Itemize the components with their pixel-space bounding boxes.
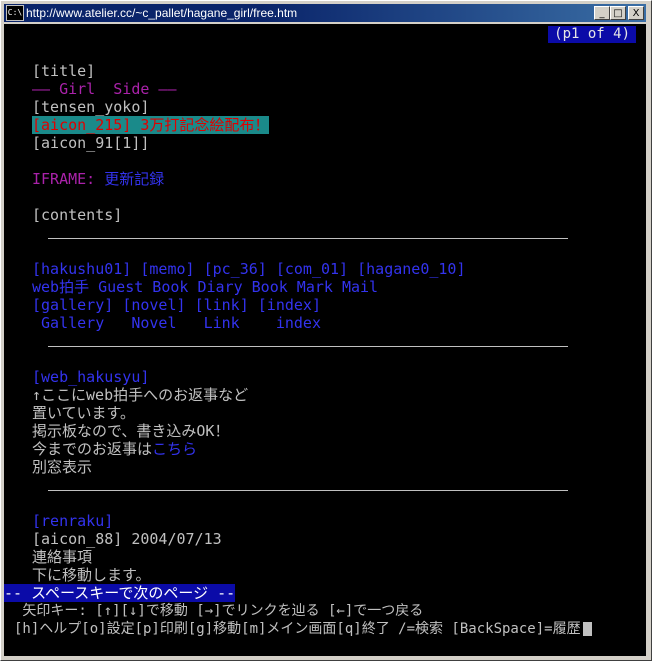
link-tag-link[interactable]: [link] [195, 296, 249, 314]
aicon91-tag: [aicon_91[1]] [32, 134, 150, 152]
page-indicator: (p1 of 4) [548, 26, 636, 43]
diary-link[interactable]: Diary [197, 278, 242, 296]
index-link[interactable]: index [276, 314, 321, 332]
divider [48, 490, 568, 491]
web-hakusyu-link[interactable]: [web_hakusyu] [32, 368, 149, 386]
title-tag: [title] [32, 62, 96, 80]
nav-row-1: [hakushu01] [memo] [pc_36] [com_01] [hag… [32, 260, 466, 278]
novel-link[interactable]: Novel [131, 314, 176, 332]
nav-row-2: web拍手 Guest Book Diary Book Mark Mail [32, 278, 378, 296]
body-text-1: ↑ここにweb拍手へのお返事など [32, 386, 249, 404]
console-app-icon[interactable]: C:\ [6, 5, 24, 21]
body-text-2: 置いています。 [32, 404, 136, 422]
subtitle: —— Girl Side —— [32, 80, 177, 98]
guestbook-link[interactable]: Guest Book [98, 278, 188, 296]
browser-window: C:\ http://www.atelier.cc/~c_pallet/haga… [0, 0, 652, 661]
notice-text: 下に移動します。 [32, 566, 151, 584]
tensen-tag: [tensen_yoko] [32, 98, 150, 116]
arrow-key-help: 矢印キー: [↑][↓]で移動 [→]でリンクを辿る [←]で一つ戻る [14, 603, 424, 619]
mail-link[interactable]: Mail [342, 278, 378, 296]
nav-row-4: Gallery Novel Link index [32, 314, 321, 332]
text-cursor [582, 622, 592, 636]
close-button[interactable]: X [628, 6, 644, 20]
body-text-5: 別窓表示 [32, 458, 93, 476]
body-text-3: 掲示板なので、書き込みOK！ [32, 422, 230, 440]
gallery-tag-link[interactable]: [gallery] [32, 296, 113, 314]
hakushu-link[interactable]: [hakushu01] [32, 260, 131, 278]
divider [48, 346, 568, 347]
anniversary-link[interactable]: [aicon_215] 3万打記念絵配布！ [32, 116, 270, 134]
update-log-link[interactable]: 更新記録 [104, 170, 164, 188]
terminal-view[interactable]: (p1 of 4) [title] —— Girl Side —— [tense… [4, 24, 646, 656]
replies-link[interactable]: こちら [152, 440, 197, 458]
reply-text: 今までのお返事は [32, 440, 153, 458]
space-prompt: -- スペースキーで次のページ -- [4, 584, 236, 602]
nav-row-3: [gallery] [novel] [link] [index] [32, 296, 321, 314]
highlight-row: [aicon_215] 3万打記念絵配布！ [32, 116, 270, 134]
iframe-row: IFRAME: 更新記録 [32, 170, 164, 188]
link-link[interactable]: Link [204, 314, 240, 332]
bookmark-link[interactable]: Book Mark [252, 278, 333, 296]
aicon88-date: [aicon_88] 2004/07/13 [32, 530, 222, 548]
memo-link[interactable]: [memo] [140, 260, 194, 278]
index-tag-link[interactable]: [index] [258, 296, 321, 314]
gallery-link[interactable]: Gallery [41, 314, 104, 332]
key-help-text: [h]ヘルプ[o]設定[p]印刷[g]移動[m]メイン画面[q]終了 /=検索 … [14, 621, 581, 637]
iframe-label: IFRAME: [32, 170, 96, 188]
web-clap-link[interactable]: web拍手 [32, 278, 89, 296]
notice-title: 連絡事項 [32, 548, 93, 566]
novel-tag-link[interactable]: [novel] [122, 296, 185, 314]
title-bar[interactable]: C:\ http://www.atelier.cc/~c_pallet/haga… [4, 4, 646, 22]
contents-tag: [contents] [32, 206, 123, 224]
pc36-link[interactable]: [pc_36] [204, 260, 267, 278]
body-text-4: 今までのお返事はこちら [32, 440, 197, 458]
renraku-link[interactable]: [renraku] [32, 512, 113, 530]
divider [48, 238, 568, 239]
maximize-button[interactable]: □ [610, 6, 626, 20]
com01-link[interactable]: [com_01] [276, 260, 348, 278]
key-help: [h]ヘルプ[o]設定[p]印刷[g]移動[m]メイン画面[q]終了 /=検索 … [14, 620, 592, 638]
window-title: http://www.atelier.cc/~c_pallet/hagane_g… [26, 6, 298, 20]
minimize-button[interactable]: _ [594, 6, 610, 20]
hagane-link[interactable]: [hagane0_10] [357, 260, 465, 278]
